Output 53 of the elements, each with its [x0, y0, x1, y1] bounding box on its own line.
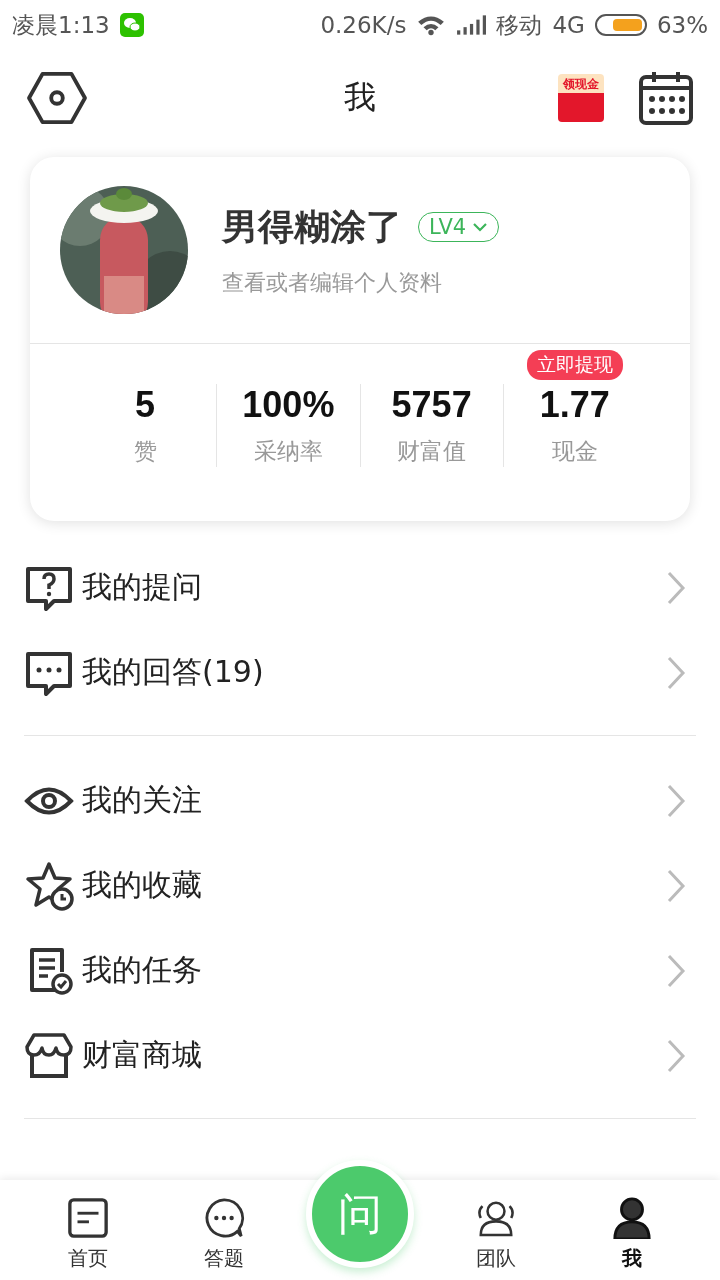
- nav-tab[interactable]: 我: [610, 1197, 654, 1280]
- menu-label: 我的任务: [82, 951, 203, 989]
- signal-icon: [456, 14, 487, 36]
- network-type: 4G: [552, 12, 585, 38]
- menu-item[interactable]: 财富商城: [24, 1013, 696, 1098]
- home-icon: [66, 1197, 110, 1239]
- nav-label: 我: [622, 1245, 642, 1272]
- menu-item[interactable]: 我的提问: [24, 545, 696, 630]
- star-clock-icon: [24, 860, 74, 911]
- person-icon: [610, 1197, 654, 1239]
- menu-item[interactable]: 我的任务: [24, 928, 696, 1013]
- chat-bubble-icon: [202, 1197, 246, 1239]
- calendar-icon[interactable]: [638, 69, 694, 126]
- shop-icon: [24, 1030, 74, 1081]
- nav-tab[interactable]: 团队: [474, 1197, 518, 1280]
- chevron-right-icon: [666, 867, 686, 904]
- status-time: 凌晨1:13: [12, 10, 110, 40]
- network-speed: 0.26K/s: [320, 12, 407, 38]
- stat-label: 赞: [133, 437, 157, 466]
- chevron-right-icon: [666, 1037, 686, 1074]
- battery-icon: [594, 14, 647, 36]
- menu-label: 财富商城: [82, 1036, 203, 1074]
- chat-app-icon: [119, 13, 144, 37]
- menu-item[interactable]: 我的回答(19): [24, 630, 696, 715]
- page-title: 我: [344, 76, 376, 118]
- stat-label: 财富值: [397, 437, 467, 466]
- nav-tab[interactable]: 答题: [202, 1197, 246, 1280]
- nav-tab[interactable]: 首页: [66, 1197, 110, 1280]
- stat-value: 1.77: [539, 384, 610, 426]
- menu-label: 我的关注: [82, 781, 203, 819]
- menu-item[interactable]: 我的收藏: [24, 843, 696, 928]
- chevron-right-icon: [666, 654, 686, 691]
- chevron-right-icon: [666, 782, 686, 819]
- menu-label: 我的回答(19): [82, 653, 265, 691]
- menu-label: 我的提问: [82, 568, 203, 606]
- cash-envelope-button[interactable]: 领现金: [558, 73, 604, 122]
- stat-label: 采纳率: [253, 437, 323, 466]
- nav-label: 首页: [68, 1245, 108, 1272]
- battery-percent: 63%: [656, 12, 708, 38]
- menu-label: 我的收藏: [82, 866, 203, 904]
- withdraw-badge[interactable]: 立即提现: [526, 350, 623, 380]
- user-name: 男得糊涂了: [222, 204, 402, 249]
- menu-item[interactable]: 我的关注: [24, 758, 696, 843]
- nav-label: 答题: [204, 1245, 244, 1272]
- chevron-right-icon: [666, 569, 686, 606]
- stat-value: 100%: [242, 384, 335, 426]
- nav-label: 团队: [476, 1245, 516, 1272]
- stat-label: 现金: [551, 437, 598, 466]
- carrier-name: 移动: [496, 10, 543, 40]
- chevron-right-icon: [666, 952, 686, 989]
- stat-value: 5757: [391, 384, 472, 426]
- stat-value: 5: [135, 384, 156, 426]
- settings-icon[interactable]: [26, 70, 88, 125]
